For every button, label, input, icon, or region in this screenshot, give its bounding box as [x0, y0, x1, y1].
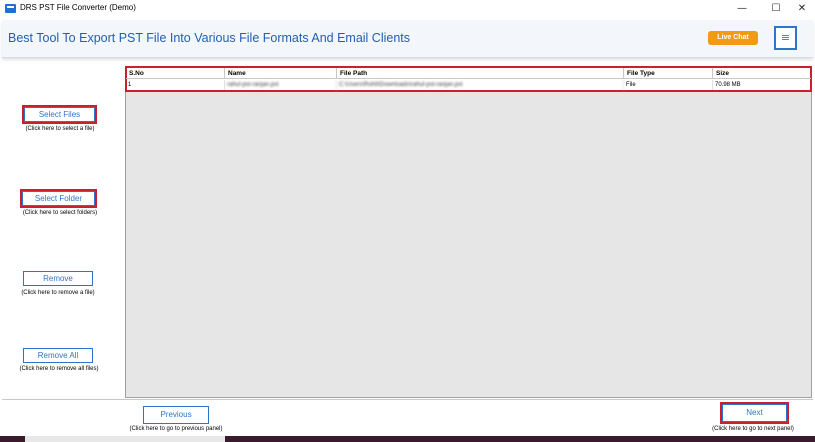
minimize-button[interactable]: — — [727, 0, 757, 18]
column-header-file-path[interactable]: File Path — [337, 68, 624, 79]
select-files-button[interactable]: Select Files — [22, 105, 97, 124]
select-files-hint: (Click here to select a file) — [25, 126, 95, 132]
select-folder-hint: (Click here to select folders) — [22, 210, 98, 216]
live-chat-button[interactable]: Live Chat — [708, 31, 758, 45]
cell-file-type: File — [624, 80, 713, 90]
previous-button[interactable]: Previous — [143, 406, 209, 424]
cell-file-path: C:\Users\Rohit\Downloads\rahul-pst-ranja… — [337, 80, 624, 90]
file-list-panel: S.No Name File Path File Type Size 1 rah… — [125, 66, 812, 398]
footer-bar: Previous (Click here to go to previous p… — [2, 399, 813, 436]
column-header-size[interactable]: Size — [713, 68, 811, 79]
column-header-file-type[interactable]: File Type — [624, 68, 713, 79]
next-hint: (Click here to go to next panel) — [712, 426, 794, 432]
select-folder-button[interactable]: Select Folder — [20, 189, 97, 208]
title-bar: DRS PST File Converter (Demo) — ☐ ✕ — [0, 0, 815, 18]
close-button[interactable]: ✕ — [787, 0, 815, 18]
next-button[interactable]: Next — [720, 402, 789, 424]
table-row[interactable]: 1 rahul-pst-ranjan.pst C:\Users\Rohit\Do… — [126, 80, 811, 90]
remove-button[interactable]: Remove — [23, 271, 93, 286]
cell-size: 70.98 MB — [715, 82, 741, 88]
grid-header-row: S.No Name File Path File Type Size — [126, 68, 811, 79]
file-grid: S.No Name File Path File Type Size 1 rah… — [125, 66, 812, 92]
remove-all-button[interactable]: Remove All — [23, 348, 93, 363]
taskbar — [0, 436, 815, 442]
remove-all-hint: (Click here to remove all files) — [19, 366, 99, 372]
cell-name: rahul-pst-ranjan.pst — [225, 80, 337, 90]
remove-hint: (Click here to remove a file) — [21, 290, 95, 296]
hamburger-menu-icon[interactable]: ≡ — [774, 26, 797, 50]
column-header-name[interactable]: Name — [225, 68, 337, 79]
app-header: Best Tool To Export PST File Into Variou… — [2, 20, 813, 58]
previous-hint: (Click here to go to previous panel) — [129, 426, 223, 432]
app-icon — [5, 4, 16, 13]
cell-sno: 1 — [126, 80, 225, 90]
page-title: Best Tool To Export PST File Into Variou… — [8, 31, 411, 45]
window-title: DRS PST File Converter (Demo) — [20, 3, 136, 12]
column-header-sno[interactable]: S.No — [126, 68, 225, 79]
